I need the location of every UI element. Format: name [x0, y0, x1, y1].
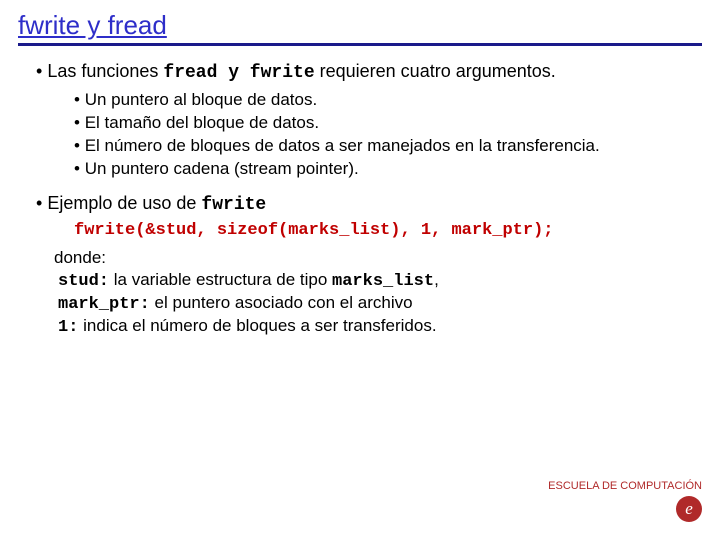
donde-label: donde: [54, 247, 702, 268]
point-functions: Las funciones fread y fwrite requieren c… [36, 60, 702, 85]
donde-val: el puntero asociado con el archivo [150, 293, 413, 312]
donde-item: stud: la variable estructura de tipo mar… [58, 269, 702, 292]
donde-item: 1: indica el número de bloques a ser tra… [58, 315, 702, 338]
donde-key2: marks_list [332, 272, 434, 291]
donde-key: 1: [58, 318, 78, 337]
arg-item: El número de bloques de datos a ser mane… [74, 135, 702, 156]
logo-icon: e [676, 496, 702, 522]
code-fwrite: fwrite [201, 195, 266, 215]
slide-title: fwrite y fread [18, 10, 702, 41]
footer: ESCUELA DE COMPUTACIÓN e [548, 480, 702, 522]
donde-tail: , [434, 270, 439, 289]
arg-item: Un puntero cadena (stream pointer). [74, 158, 702, 179]
text: Las funciones [47, 61, 163, 81]
donde-key: stud: [58, 272, 109, 291]
code-example-line: fwrite(&stud, sizeof(marks_list), 1, mar… [74, 220, 702, 241]
slide-content: Las funciones fread y fwrite requieren c… [18, 60, 702, 338]
footer-text: ESCUELA DE COMPUTACIÓN [548, 480, 702, 492]
donde-item: mark_ptr: el puntero asociado con el arc… [58, 292, 702, 315]
donde-key: mark_ptr: [58, 295, 150, 314]
arg-item: El tamaño del bloque de datos. [74, 112, 702, 133]
arg-item: Un puntero al bloque de datos. [74, 89, 702, 110]
text: requieren cuatro argumentos. [315, 61, 556, 81]
donde-val: indica el número de bloques a ser transf… [78, 316, 436, 335]
donde-val: la variable estructura de tipo [109, 270, 332, 289]
code-fread-fwrite: fread y fwrite [163, 63, 314, 83]
text: Ejemplo de uso de [47, 193, 201, 213]
point-example: Ejemplo de uso de fwrite [36, 192, 702, 217]
title-rule [18, 43, 702, 46]
